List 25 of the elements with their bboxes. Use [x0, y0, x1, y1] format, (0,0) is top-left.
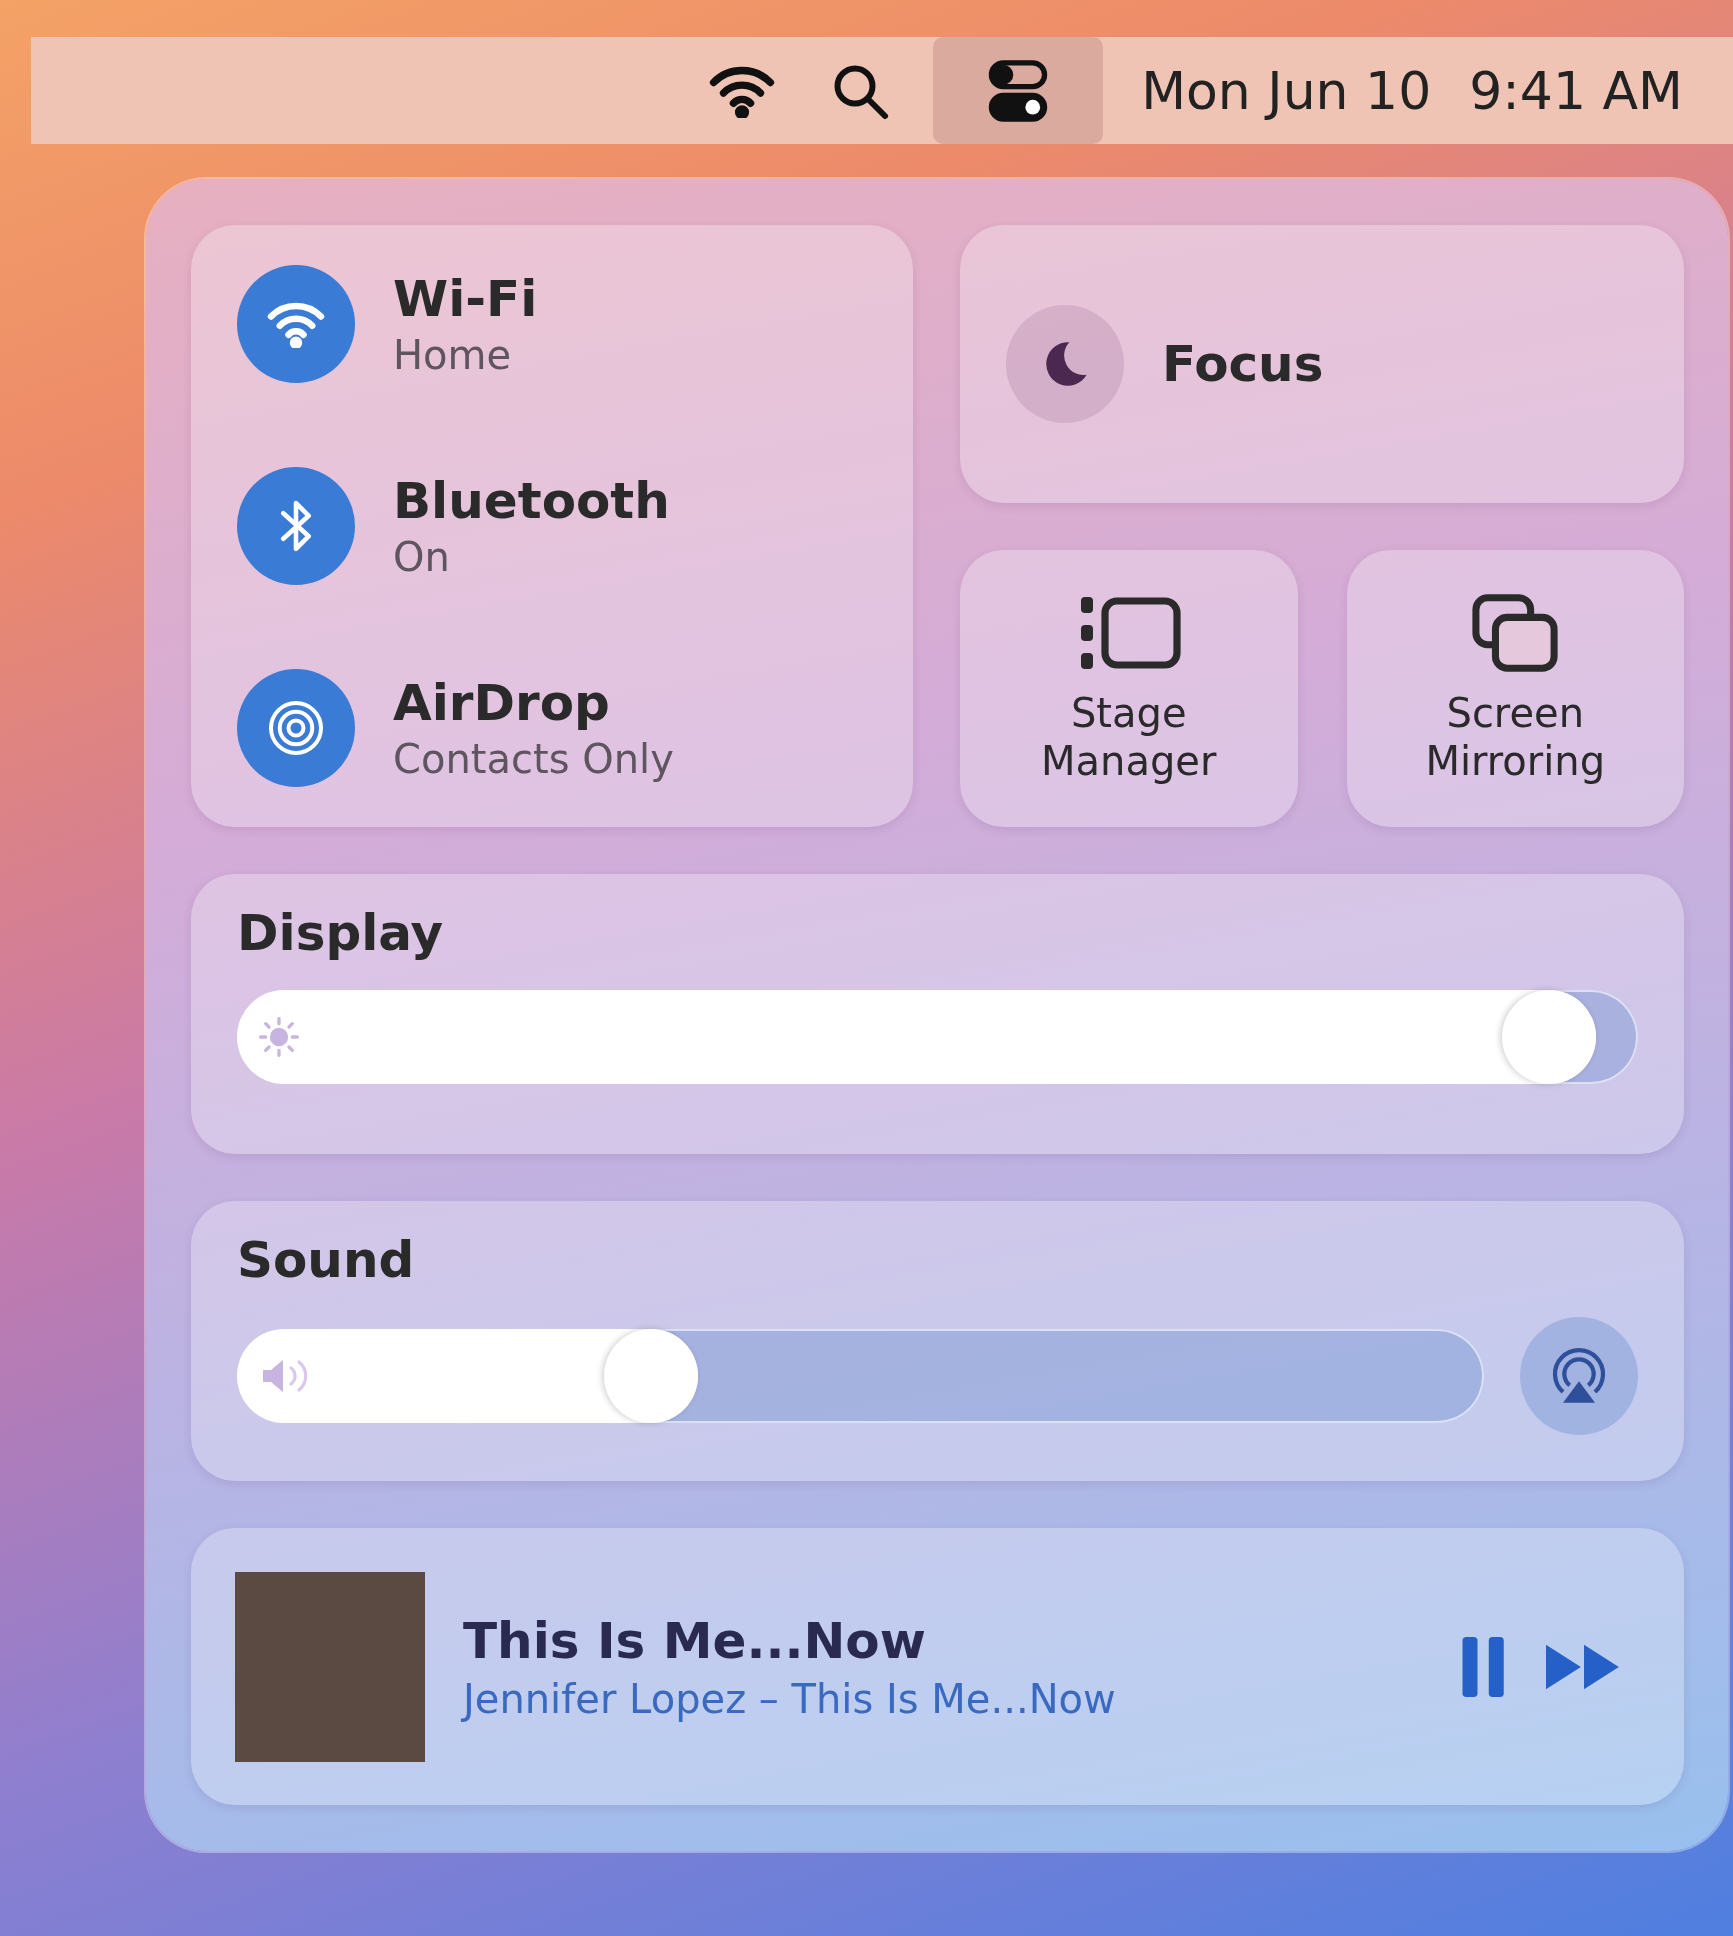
overlapping-squares-icon — [1472, 592, 1559, 673]
focus-label: Focus — [1162, 335, 1324, 393]
toggle-status: Home — [393, 332, 513, 378]
concentric-circles-icon — [266, 698, 326, 758]
track-artist: Jennifer Lopez – This Is Me...Now — [463, 1675, 1117, 1722]
toggle-title: AirDrop — [393, 674, 611, 732]
stage-tile[interactable]: Stage Manager — [960, 550, 1298, 827]
toggle-switches-icon — [988, 59, 1049, 122]
tile-label: Screen Mirroring — [1424, 688, 1607, 785]
sound-title: Sound — [237, 1231, 416, 1289]
wifi-icon — [266, 300, 326, 348]
display-title: Display — [237, 904, 445, 962]
toggle-title: Wi-Fi — [393, 270, 538, 328]
toggle-status: Contacts Only — [393, 736, 674, 782]
sun-icon — [259, 1017, 299, 1057]
mirroring-tile[interactable]: Screen Mirroring — [1346, 550, 1684, 827]
focus-tile[interactable]: Focus — [960, 225, 1684, 503]
toggle-status: On — [393, 534, 451, 580]
control-center-button[interactable] — [933, 37, 1104, 144]
track-title: This Is Me...Now — [463, 1611, 927, 1670]
tile-label: Stage Manager — [1040, 688, 1218, 785]
menu-bar-date: Mon Jun 10 — [1141, 60, 1432, 121]
menu-bar-time: 9:41 AM — [1469, 60, 1683, 121]
slider-thumb[interactable] — [604, 1329, 699, 1423]
toggle-title: Bluetooth — [393, 472, 670, 530]
